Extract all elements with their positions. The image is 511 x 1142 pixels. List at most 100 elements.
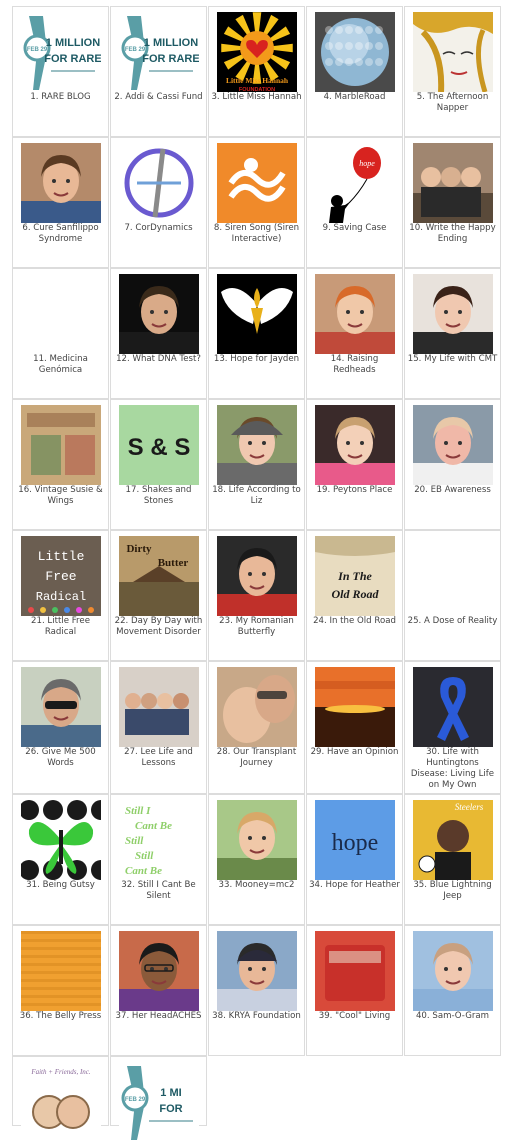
- link-label[interactable]: Shakes and Stones: [142, 485, 192, 506]
- link-label[interactable]: Vintage Susie & Wings: [35, 485, 103, 506]
- link-thumbnail[interactable]: In The Old Road: [315, 536, 395, 616]
- link-entry-17[interactable]: S & S 17. Shakes and Stones: [110, 399, 207, 530]
- link-entry-10[interactable]: 10. Write the Happy Ending: [404, 137, 501, 268]
- link-caption[interactable]: 32. Still I Cant Be Silent: [113, 880, 204, 902]
- link-caption[interactable]: 15. My Life with CMT: [407, 354, 498, 365]
- link-thumbnail[interactable]: [413, 405, 493, 485]
- link-label[interactable]: Little Miss Hannah: [222, 92, 301, 102]
- link-caption[interactable]: 40. Sam-O-Gram: [407, 1011, 498, 1022]
- link-thumbnail[interactable]: [217, 143, 297, 223]
- link-caption[interactable]: 6. Cure Sanfilippo Syndrome: [15, 223, 106, 245]
- link-thumbnail[interactable]: Steelers: [413, 800, 493, 880]
- link-caption[interactable]: 34. Hope for Heather: [309, 880, 400, 891]
- link-caption[interactable]: 11. Medicina Genómica: [15, 354, 106, 376]
- link-caption[interactable]: 5. The Afternoon Napper: [407, 92, 498, 114]
- link-thumbnail[interactable]: [119, 143, 199, 223]
- link-caption[interactable]: 7. CorDynamics: [113, 223, 204, 234]
- link-label[interactable]: Hope for Heather: [326, 880, 400, 890]
- link-label[interactable]: In the Old Road: [329, 616, 395, 626]
- link-entry-1[interactable]: FEB 29 1 MILLION FOR RARE 1. RARE BLOG: [12, 6, 109, 137]
- link-caption[interactable]: 37. Her HeadACHES: [113, 1011, 204, 1022]
- link-thumbnail[interactable]: [21, 274, 101, 354]
- link-caption[interactable]: 33. Mooney=mc2: [211, 880, 302, 891]
- link-entry-23[interactable]: 23. My Romanian Butterfly: [208, 530, 305, 661]
- link-thumbnail[interactable]: Faith + Friends, Inc.: [21, 1062, 101, 1142]
- link-thumbnail[interactable]: [315, 405, 395, 485]
- link-label[interactable]: Mooney=mc2: [235, 880, 295, 890]
- link-thumbnail[interactable]: [21, 143, 101, 223]
- link-label[interactable]: A Dose of Reality: [424, 616, 497, 626]
- link-thumbnail[interactable]: hope: [315, 143, 395, 223]
- link-thumbnail[interactable]: S & S: [119, 405, 199, 485]
- link-label[interactable]: Have an Opinion: [327, 747, 398, 757]
- link-thumbnail[interactable]: hope: [315, 800, 395, 880]
- link-label[interactable]: Blue Lightning Jeep: [430, 880, 492, 901]
- link-entry-39[interactable]: 39. "Cool" Living: [306, 925, 403, 1056]
- link-entry-25[interactable]: 25. A Dose of Reality: [404, 530, 501, 661]
- link-entry-31[interactable]: 31. Being Gutsy: [12, 794, 109, 925]
- link-thumbnail[interactable]: [413, 931, 493, 1011]
- link-label[interactable]: Medicina Genómica: [39, 354, 88, 375]
- link-label[interactable]: Our Transplant Journey: [233, 747, 296, 768]
- link-label[interactable]: Give Me 500 Words: [42, 747, 96, 768]
- link-thumbnail[interactable]: [413, 536, 493, 616]
- link-caption[interactable]: 10. Write the Happy Ending: [407, 223, 498, 245]
- link-entry-35[interactable]: Steelers 35. Blue Lightning Jeep: [404, 794, 501, 925]
- link-caption[interactable]: 14. Raising Redheads: [309, 354, 400, 376]
- link-caption[interactable]: 30. Life with Huntingtons Disease: Livin…: [407, 747, 498, 791]
- link-caption[interactable]: 25. A Dose of Reality: [407, 616, 498, 627]
- link-entry-27[interactable]: 27. Lee Life and Lessons: [110, 661, 207, 794]
- link-thumbnail[interactable]: [217, 536, 297, 616]
- link-label[interactable]: Siren Song (Siren Interactive): [225, 223, 299, 244]
- link-thumbnail[interactable]: [315, 667, 395, 747]
- link-caption[interactable]: 19. Peytons Place: [309, 485, 400, 496]
- link-label[interactable]: Being Gutsy: [43, 880, 95, 890]
- link-entry-13[interactable]: 13. Hope for Jayden: [208, 268, 305, 399]
- link-entry-15[interactable]: 15. My Life with CMT: [404, 268, 501, 399]
- link-label[interactable]: Write the Happy Ending: [426, 223, 496, 244]
- link-thumbnail[interactable]: [315, 274, 395, 354]
- link-entry-7[interactable]: 7. CorDynamics: [110, 137, 207, 268]
- link-thumbnail[interactable]: Little Free Radical: [21, 536, 101, 616]
- link-caption[interactable]: 18. Life According to Liz: [211, 485, 302, 507]
- link-entry-24[interactable]: In The Old Road 24. In the Old Road: [306, 530, 403, 661]
- link-entry-11[interactable]: 11. Medicina Genómica: [12, 268, 109, 399]
- link-thumbnail[interactable]: [217, 274, 297, 354]
- link-caption[interactable]: 12. What DNA Test?: [113, 354, 204, 365]
- link-thumbnail[interactable]: [413, 143, 493, 223]
- link-thumbnail[interactable]: [21, 931, 101, 1011]
- link-caption[interactable]: 4. MarbleRoad: [309, 92, 400, 103]
- link-label[interactable]: Cure Sanfilippo Syndrome: [33, 223, 98, 244]
- link-caption[interactable]: 8. Siren Song (Siren Interactive): [211, 223, 302, 245]
- link-entry-2[interactable]: FEB 29 1 MILLION FOR RARE 2. Addi & Cassi F…: [110, 6, 207, 137]
- link-caption[interactable]: 21. Little Free Radical: [15, 616, 106, 638]
- link-caption[interactable]: 28. Our Transplant Journey: [211, 747, 302, 769]
- link-label[interactable]: My Romanian Butterfly: [236, 616, 294, 637]
- link-thumbnail[interactable]: [413, 667, 493, 747]
- link-thumbnail[interactable]: [315, 12, 395, 92]
- link-thumbnail[interactable]: Little Miss Hannah FOUNDATION: [217, 12, 297, 92]
- link-thumbnail[interactable]: [413, 12, 493, 92]
- link-entry-6[interactable]: 6. Cure Sanfilippo Syndrome: [12, 137, 109, 268]
- link-thumbnail[interactable]: [21, 800, 101, 880]
- link-thumbnail[interactable]: [217, 931, 297, 1011]
- link-caption[interactable]: 3. Little Miss Hannah: [211, 92, 302, 103]
- link-entry-3[interactable]: Little Miss Hannah FOUNDATION 3. Little Mi…: [208, 6, 305, 137]
- link-entry-41[interactable]: Faith + Friends, Inc.: [12, 1056, 109, 1142]
- link-caption[interactable]: 29. Have an Opinion: [309, 747, 400, 758]
- link-entry-40[interactable]: 40. Sam-O-Gram: [404, 925, 501, 1056]
- link-label[interactable]: KRYA Foundation: [229, 1011, 301, 1021]
- link-label[interactable]: Peytons Place: [333, 485, 392, 495]
- link-entry-20[interactable]: 20. EB Awareness: [404, 399, 501, 530]
- link-label[interactable]: Day By Day with Movement Disorder: [116, 616, 202, 637]
- link-thumbnail[interactable]: [21, 405, 101, 485]
- link-thumbnail[interactable]: FEB 29 1 MILLION FOR RARE: [21, 12, 101, 92]
- link-caption[interactable]: 13. Hope for Jayden: [211, 354, 302, 365]
- link-caption[interactable]: 31. Being Gutsy: [15, 880, 106, 891]
- link-label[interactable]: CorDynamics: [135, 223, 192, 233]
- link-entry-22[interactable]: Dirty Butter 22. Day By Day with Movement …: [110, 530, 207, 661]
- link-thumbnail[interactable]: Still I Cant Be Still Still Cant Be: [119, 800, 199, 880]
- link-thumbnail[interactable]: [217, 800, 297, 880]
- link-label[interactable]: Still I Cant Be Silent: [138, 880, 196, 901]
- link-entry-19[interactable]: 19. Peytons Place: [306, 399, 403, 530]
